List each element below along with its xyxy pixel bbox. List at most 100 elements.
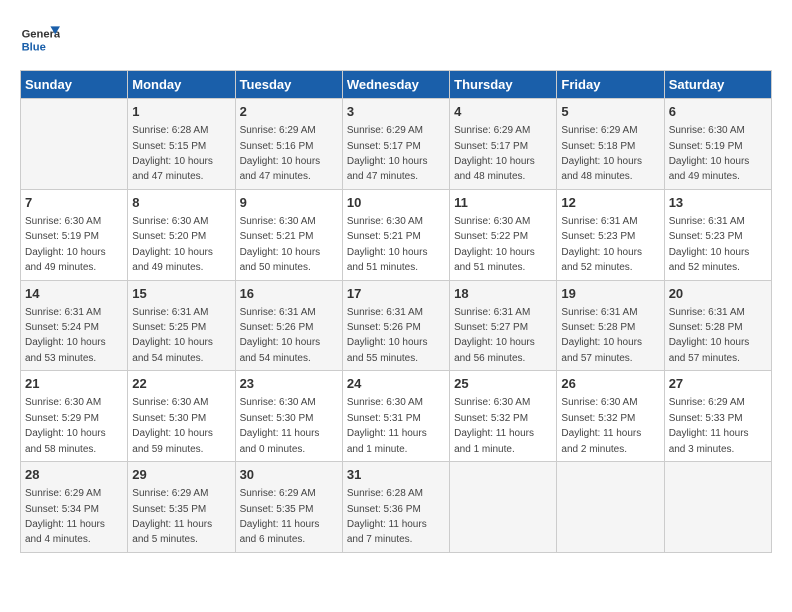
day-number: 12 bbox=[561, 194, 659, 212]
day-number: 2 bbox=[240, 103, 338, 121]
header-cell-tuesday: Tuesday bbox=[235, 71, 342, 99]
day-info: Sunrise: 6:29 AM Sunset: 5:17 PM Dayligh… bbox=[347, 125, 428, 182]
day-number: 26 bbox=[561, 375, 659, 393]
day-cell bbox=[21, 99, 128, 190]
day-info: Sunrise: 6:29 AM Sunset: 5:17 PM Dayligh… bbox=[454, 125, 535, 182]
day-info: Sunrise: 6:29 AM Sunset: 5:34 PM Dayligh… bbox=[25, 488, 105, 545]
day-cell: 23 Sunrise: 6:30 AM Sunset: 5:30 PM Dayli… bbox=[235, 371, 342, 462]
day-number: 7 bbox=[25, 194, 123, 212]
header-cell-wednesday: Wednesday bbox=[342, 71, 449, 99]
day-cell: 19 Sunrise: 6:31 AM Sunset: 5:28 PM Dayli… bbox=[557, 280, 664, 371]
day-cell: 17 Sunrise: 6:31 AM Sunset: 5:26 PM Dayli… bbox=[342, 280, 449, 371]
day-info: Sunrise: 6:31 AM Sunset: 5:24 PM Dayligh… bbox=[25, 307, 106, 364]
svg-text:Blue: Blue bbox=[22, 41, 46, 53]
day-cell bbox=[450, 462, 557, 553]
day-number: 5 bbox=[561, 103, 659, 121]
header-row: SundayMondayTuesdayWednesdayThursdayFrid… bbox=[21, 71, 772, 99]
day-info: Sunrise: 6:30 AM Sunset: 5:30 PM Dayligh… bbox=[240, 397, 320, 454]
header-cell-thursday: Thursday bbox=[450, 71, 557, 99]
day-number: 19 bbox=[561, 285, 659, 303]
day-info: Sunrise: 6:30 AM Sunset: 5:19 PM Dayligh… bbox=[669, 125, 750, 182]
day-cell: 11 Sunrise: 6:30 AM Sunset: 5:22 PM Dayli… bbox=[450, 189, 557, 280]
day-number: 24 bbox=[347, 375, 445, 393]
day-info: Sunrise: 6:29 AM Sunset: 5:18 PM Dayligh… bbox=[561, 125, 642, 182]
day-info: Sunrise: 6:30 AM Sunset: 5:31 PM Dayligh… bbox=[347, 397, 427, 454]
logo-icon: General Blue bbox=[20, 20, 60, 60]
day-info: Sunrise: 6:30 AM Sunset: 5:22 PM Dayligh… bbox=[454, 216, 535, 273]
day-cell bbox=[557, 462, 664, 553]
day-number: 9 bbox=[240, 194, 338, 212]
day-cell: 25 Sunrise: 6:30 AM Sunset: 5:32 PM Dayli… bbox=[450, 371, 557, 462]
day-cell: 9 Sunrise: 6:30 AM Sunset: 5:21 PM Daylig… bbox=[235, 189, 342, 280]
day-info: Sunrise: 6:30 AM Sunset: 5:30 PM Dayligh… bbox=[132, 397, 213, 454]
day-info: Sunrise: 6:30 AM Sunset: 5:21 PM Dayligh… bbox=[347, 216, 428, 273]
day-cell: 26 Sunrise: 6:30 AM Sunset: 5:32 PM Dayli… bbox=[557, 371, 664, 462]
day-cell: 6Sunrise: 6:30 AM Sunset: 5:19 PM Daylig… bbox=[664, 99, 771, 190]
day-cell: 5 Sunrise: 6:29 AM Sunset: 5:18 PM Daylig… bbox=[557, 99, 664, 190]
day-info: Sunrise: 6:29 AM Sunset: 5:16 PM Dayligh… bbox=[240, 125, 321, 182]
day-cell: 3 Sunrise: 6:29 AM Sunset: 5:17 PM Daylig… bbox=[342, 99, 449, 190]
day-number: 31 bbox=[347, 466, 445, 484]
day-info: Sunrise: 6:31 AM Sunset: 5:23 PM Dayligh… bbox=[669, 216, 750, 273]
day-number: 11 bbox=[454, 194, 552, 212]
week-row-1: 1 Sunrise: 6:28 AM Sunset: 5:15 PM Daylig… bbox=[21, 99, 772, 190]
day-cell: 27Sunrise: 6:29 AM Sunset: 5:33 PM Dayli… bbox=[664, 371, 771, 462]
day-number: 1 bbox=[132, 103, 230, 121]
page-header: General Blue bbox=[20, 20, 772, 60]
header-cell-friday: Friday bbox=[557, 71, 664, 99]
day-cell: 20 Sunrise: 6:31 AM Sunset: 5:28 PM Dayli… bbox=[664, 280, 771, 371]
day-info: Sunrise: 6:31 AM Sunset: 5:28 PM Dayligh… bbox=[669, 307, 750, 364]
day-number: 4 bbox=[454, 103, 552, 121]
week-row-2: 7 Sunrise: 6:30 AM Sunset: 5:19 PM Daylig… bbox=[21, 189, 772, 280]
day-number: 28 bbox=[25, 466, 123, 484]
day-info: Sunrise: 6:30 AM Sunset: 5:32 PM Dayligh… bbox=[561, 397, 641, 454]
header-cell-monday: Monday bbox=[128, 71, 235, 99]
day-info: Sunrise: 6:30 AM Sunset: 5:32 PM Dayligh… bbox=[454, 397, 534, 454]
day-info: Sunrise: 6:30 AM Sunset: 5:19 PM Dayligh… bbox=[25, 216, 106, 273]
day-number: 17 bbox=[347, 285, 445, 303]
day-cell: 15 Sunrise: 6:31 AM Sunset: 5:25 PM Dayli… bbox=[128, 280, 235, 371]
day-cell: 16Sunrise: 6:31 AM Sunset: 5:26 PM Dayli… bbox=[235, 280, 342, 371]
day-info: Sunrise: 6:31 AM Sunset: 5:28 PM Dayligh… bbox=[561, 307, 642, 364]
header-cell-sunday: Sunday bbox=[21, 71, 128, 99]
day-cell: 21Sunrise: 6:30 AM Sunset: 5:29 PM Dayli… bbox=[21, 371, 128, 462]
calendar-table: SundayMondayTuesdayWednesdayThursdayFrid… bbox=[20, 70, 772, 553]
day-cell: 13Sunrise: 6:31 AM Sunset: 5:23 PM Dayli… bbox=[664, 189, 771, 280]
logo: General Blue bbox=[20, 20, 60, 60]
day-info: Sunrise: 6:29 AM Sunset: 5:35 PM Dayligh… bbox=[132, 488, 212, 545]
day-cell: 28 Sunrise: 6:29 AM Sunset: 5:34 PM Dayli… bbox=[21, 462, 128, 553]
day-number: 18 bbox=[454, 285, 552, 303]
day-cell: 12 Sunrise: 6:31 AM Sunset: 5:23 PM Dayli… bbox=[557, 189, 664, 280]
day-info: Sunrise: 6:31 AM Sunset: 5:27 PM Dayligh… bbox=[454, 307, 535, 364]
day-cell: 18 Sunrise: 6:31 AM Sunset: 5:27 PM Dayli… bbox=[450, 280, 557, 371]
day-cell: 2 Sunrise: 6:29 AM Sunset: 5:16 PM Daylig… bbox=[235, 99, 342, 190]
day-info: Sunrise: 6:31 AM Sunset: 5:26 PM Dayligh… bbox=[240, 307, 321, 364]
day-cell: 8Sunrise: 6:30 AM Sunset: 5:20 PM Daylig… bbox=[128, 189, 235, 280]
day-number: 20 bbox=[669, 285, 767, 303]
day-cell: 31 Sunrise: 6:28 AM Sunset: 5:36 PM Dayli… bbox=[342, 462, 449, 553]
day-number: 10 bbox=[347, 194, 445, 212]
day-info: Sunrise: 6:31 AM Sunset: 5:25 PM Dayligh… bbox=[132, 307, 213, 364]
day-number: 3 bbox=[347, 103, 445, 121]
day-info: Sunrise: 6:31 AM Sunset: 5:26 PM Dayligh… bbox=[347, 307, 428, 364]
week-row-4: 21Sunrise: 6:30 AM Sunset: 5:29 PM Dayli… bbox=[21, 371, 772, 462]
day-cell: 24 Sunrise: 6:30 AM Sunset: 5:31 PM Dayli… bbox=[342, 371, 449, 462]
day-info: Sunrise: 6:30 AM Sunset: 5:29 PM Dayligh… bbox=[25, 397, 106, 454]
day-info: Sunrise: 6:30 AM Sunset: 5:21 PM Dayligh… bbox=[240, 216, 321, 273]
day-number: 22 bbox=[132, 375, 230, 393]
day-number: 25 bbox=[454, 375, 552, 393]
day-cell: 1 Sunrise: 6:28 AM Sunset: 5:15 PM Daylig… bbox=[128, 99, 235, 190]
day-number: 23 bbox=[240, 375, 338, 393]
day-number: 15 bbox=[132, 285, 230, 303]
day-info: Sunrise: 6:29 AM Sunset: 5:35 PM Dayligh… bbox=[240, 488, 320, 545]
day-info: Sunrise: 6:28 AM Sunset: 5:36 PM Dayligh… bbox=[347, 488, 427, 545]
day-number: 8 bbox=[132, 194, 230, 212]
day-cell: 30 Sunrise: 6:29 AM Sunset: 5:35 PM Dayli… bbox=[235, 462, 342, 553]
day-info: Sunrise: 6:28 AM Sunset: 5:15 PM Dayligh… bbox=[132, 125, 213, 182]
day-number: 30 bbox=[240, 466, 338, 484]
day-info: Sunrise: 6:31 AM Sunset: 5:23 PM Dayligh… bbox=[561, 216, 642, 273]
header-cell-saturday: Saturday bbox=[664, 71, 771, 99]
day-number: 29 bbox=[132, 466, 230, 484]
day-cell: 14Sunrise: 6:31 AM Sunset: 5:24 PM Dayli… bbox=[21, 280, 128, 371]
day-cell bbox=[664, 462, 771, 553]
